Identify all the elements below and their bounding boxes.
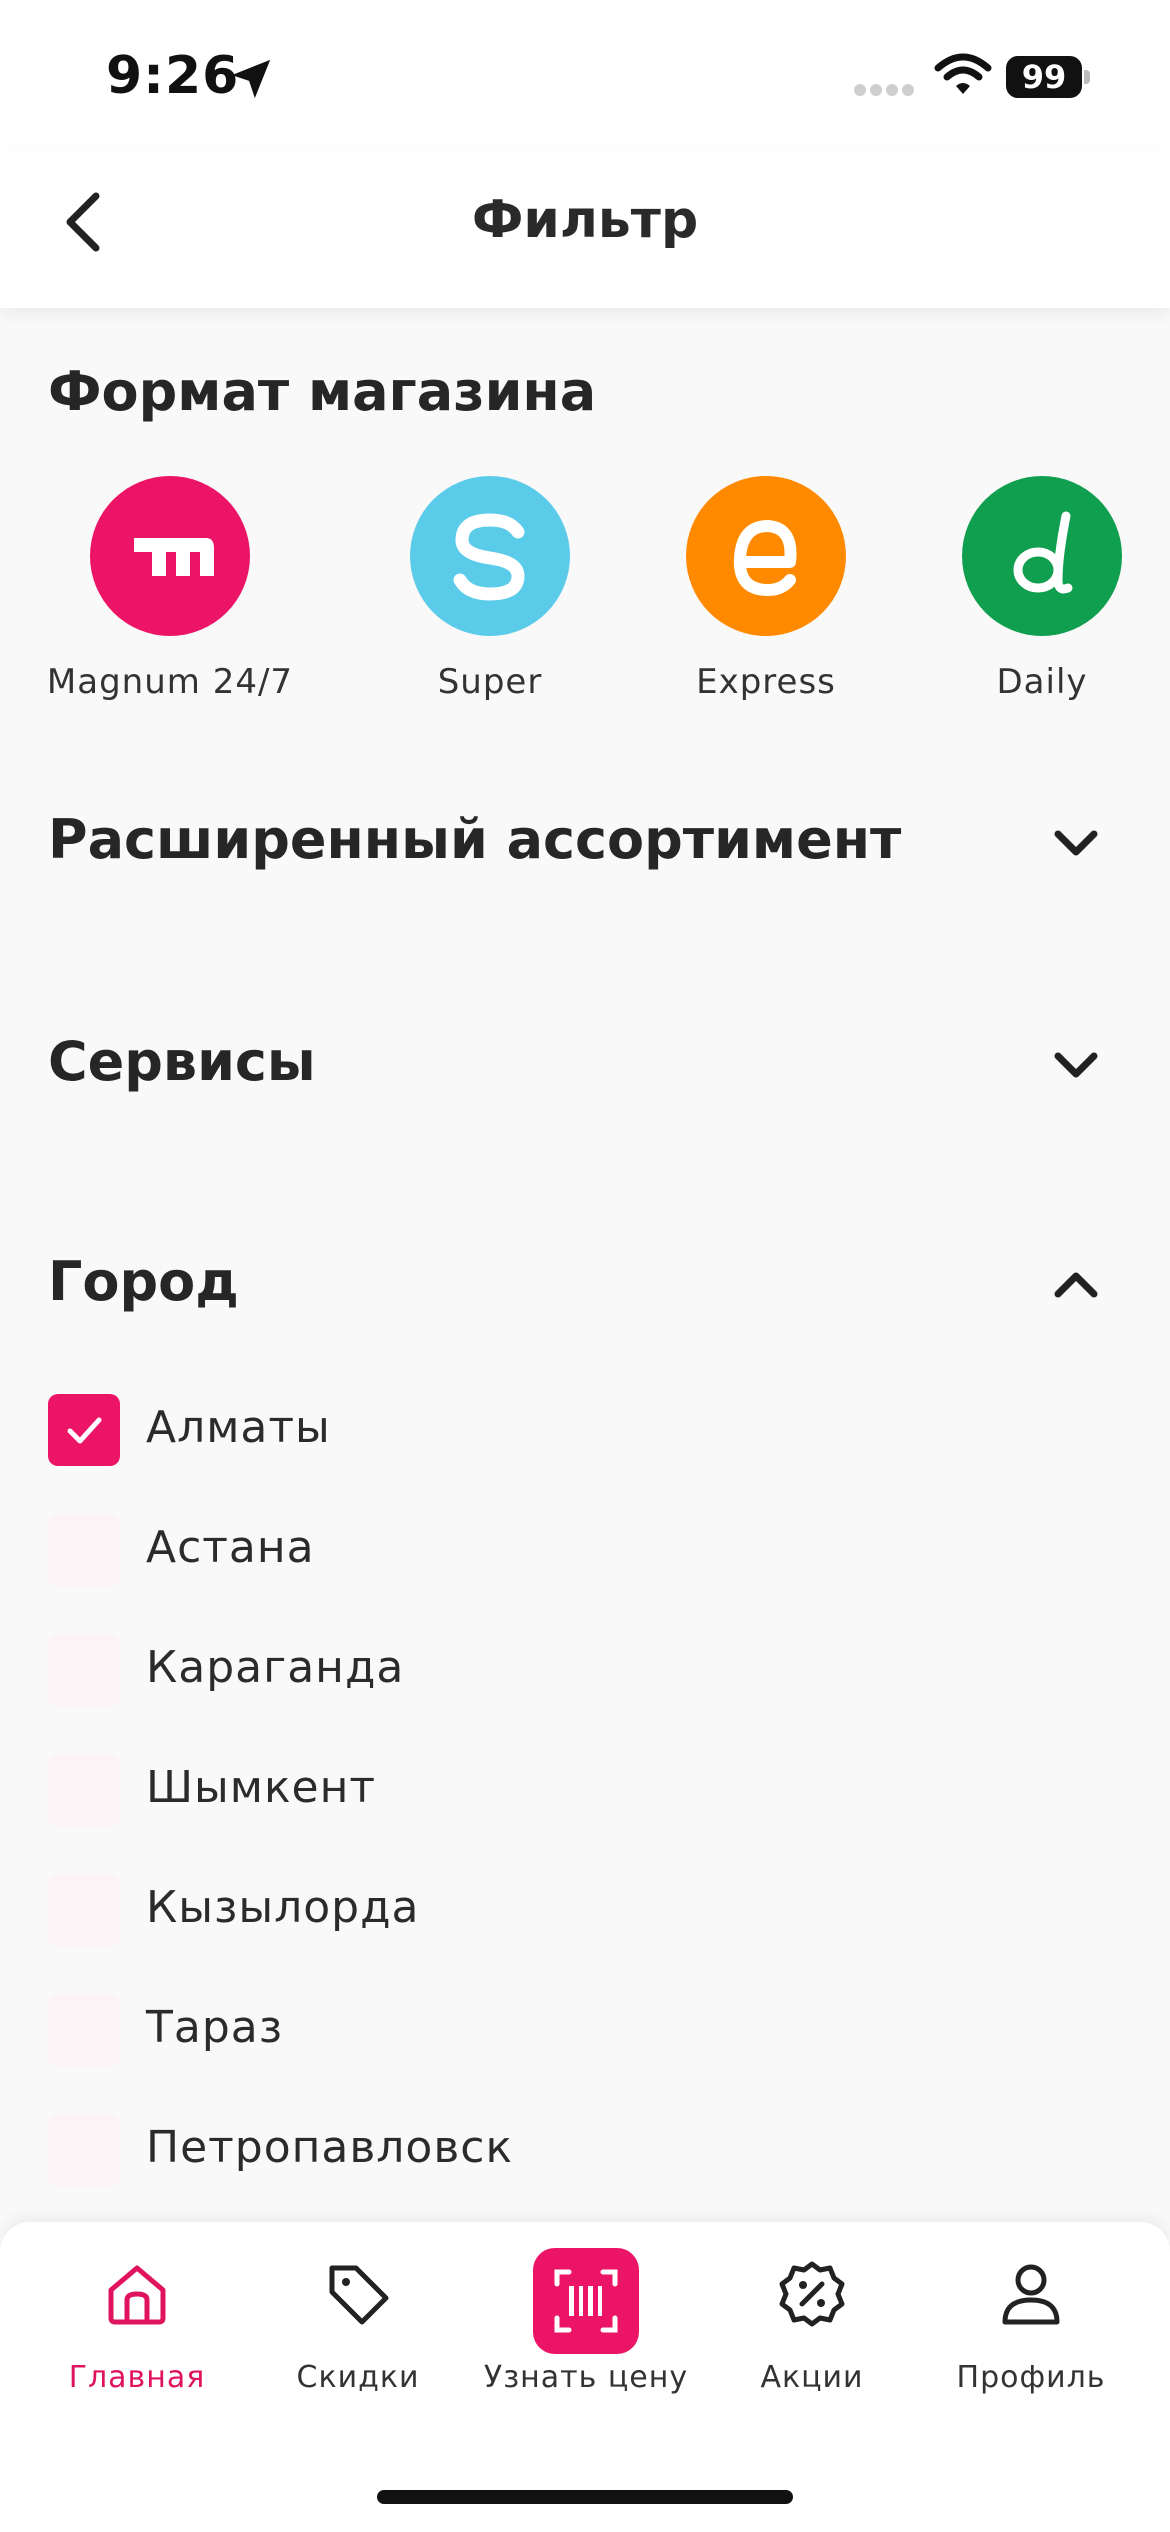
city-option-petropavlovsk[interactable]: Петропавловск	[48, 2110, 1118, 2190]
store-format-title: Формат магазина	[48, 360, 597, 423]
city-option-shymkent[interactable]: Шымкент	[48, 1750, 1118, 1830]
tab-discounts[interactable]: Скидки	[248, 2250, 468, 2410]
city-label: Петропавловск	[146, 2122, 514, 2173]
city-section-title[interactable]: Город	[48, 1250, 239, 1313]
assortment-section-title[interactable]: Расширенный ассортимент	[48, 808, 901, 871]
checkbox-unchecked[interactable]	[48, 2114, 120, 2186]
format-label: Magnum 24/7	[46, 662, 294, 702]
checkbox-unchecked[interactable]	[48, 1994, 120, 2066]
city-option-taraz[interactable]: Тараз	[48, 1990, 1118, 2070]
city-label: Караганда	[146, 1642, 405, 1693]
tab-profile[interactable]: Профиль	[921, 2250, 1141, 2410]
services-section-title[interactable]: Сервисы	[48, 1030, 316, 1093]
chevron-down-icon[interactable]	[1052, 826, 1100, 860]
checkmark-icon	[67, 1417, 102, 1444]
checkbox-unchecked[interactable]	[48, 1874, 120, 1946]
city-option-karaganda[interactable]: Караганда	[48, 1630, 1118, 1710]
checkbox-checked[interactable]	[48, 1394, 120, 1466]
city-label: Тараз	[146, 2002, 284, 2053]
battery-level: 99	[1006, 56, 1082, 98]
city-label: Алматы	[146, 1402, 331, 1453]
checkbox-unchecked[interactable]	[48, 1514, 120, 1586]
wifi-icon	[934, 53, 992, 94]
city-option-astana[interactable]: Астана	[48, 1510, 1118, 1590]
city-label: Астана	[146, 1522, 315, 1573]
battery-tip	[1084, 70, 1090, 84]
page-title: Фильтр	[471, 190, 699, 250]
format-label: Express	[696, 662, 836, 702]
format-daily[interactable]: Daily	[962, 476, 1122, 726]
cellular-signal-icon	[854, 84, 914, 96]
city-label: Шымкент	[146, 1762, 377, 1813]
city-option-almaty[interactable]: Алматы	[48, 1390, 1118, 1470]
express-logo-icon	[686, 476, 846, 636]
percent-badge-icon	[779, 2261, 845, 2327]
format-label: Daily	[996, 662, 1088, 702]
daily-logo-icon	[962, 476, 1122, 636]
tab-check-price[interactable]: Узнать цену	[476, 2250, 696, 2410]
home-indicator	[377, 2490, 793, 2504]
city-label: Кызылорда	[146, 1882, 420, 1933]
magnum-logo-icon	[90, 476, 250, 636]
format-express[interactable]: Express	[686, 476, 846, 726]
format-magnum[interactable]: Magnum 24/7	[47, 476, 292, 726]
profile-icon	[1002, 2264, 1060, 2325]
tag-icon	[329, 2265, 389, 2325]
city-option-kyzylorda[interactable]: Кызылорда	[48, 1870, 1118, 1950]
tab-promotions[interactable]: Акции	[702, 2250, 922, 2410]
battery-indicator: 99	[1006, 56, 1090, 98]
chevron-down-icon[interactable]	[1052, 1048, 1100, 1082]
format-label: Super	[437, 662, 543, 702]
tab-label: Профиль	[956, 2360, 1106, 2395]
checkbox-unchecked[interactable]	[48, 1754, 120, 1826]
tab-home[interactable]: Главная	[27, 2250, 247, 2410]
chevron-up-icon[interactable]	[1052, 1268, 1100, 1302]
status-time: 9:26	[106, 46, 240, 106]
location-arrow-icon	[231, 59, 271, 99]
format-super[interactable]: Super	[410, 476, 570, 726]
home-icon	[108, 2265, 166, 2325]
checkbox-unchecked[interactable]	[48, 1634, 120, 1706]
super-logo-icon	[410, 476, 570, 636]
